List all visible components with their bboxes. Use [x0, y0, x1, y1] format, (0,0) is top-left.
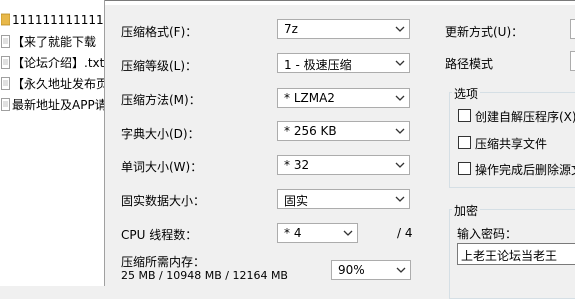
file-list-item[interactable]: 最新地址及APP请 [0, 95, 104, 115]
file-list-panel: 1111111111111 【来了就能下载 【论坛介绍】.txt 【永久地址发布… [0, 0, 104, 286]
solid-value: 固实 [284, 194, 309, 208]
sfx-checkbox-label: 创建自解压程序(X) [475, 110, 575, 124]
text-file-icon [1, 77, 10, 90]
level-value: 1 - 极速压缩 [284, 58, 352, 72]
path-mode-select[interactable] [570, 51, 575, 71]
method-value: * LZMA2 [284, 91, 335, 105]
memory-percent-value: 90% [338, 263, 365, 277]
file-name: 【论坛介绍】.txt [12, 56, 104, 70]
level-select[interactable]: 1 - 极速压缩 [277, 53, 410, 73]
file-name: 【来了就能下载 [12, 35, 97, 49]
update-mode-label: 更新方式(U)： [445, 25, 524, 39]
text-file-icon [1, 98, 10, 111]
threads-select[interactable]: * 4 [277, 223, 358, 243]
file-name: 1111111111111 [12, 13, 104, 27]
dict-label: 字典大小(D)： [121, 127, 200, 141]
folder-icon [1, 13, 10, 26]
file-name: 最新地址及APP请 [12, 98, 104, 112]
shared-checkbox[interactable] [458, 136, 471, 149]
file-list-item[interactable]: 【永久地址发布页 [0, 74, 104, 94]
file-name: 【永久地址发布页 [12, 77, 104, 91]
sfx-checkbox[interactable] [458, 109, 471, 122]
chevron-down-icon [395, 128, 405, 134]
text-file-icon [1, 56, 10, 69]
chevron-down-icon [395, 196, 405, 202]
panel-divider [104, 0, 105, 286]
word-label: 单词大小(W)： [121, 160, 203, 174]
file-list-item[interactable]: 【来了就能下载 [0, 32, 104, 52]
threads-label: CPU 线程数： [121, 228, 198, 242]
format-select[interactable]: 7z [277, 19, 410, 39]
password-label: 输入密码： [457, 227, 518, 241]
chevron-down-icon [395, 26, 405, 32]
word-select[interactable]: * 32 [277, 155, 410, 175]
memory-label: 压缩所需内存： [121, 255, 206, 269]
password-input[interactable]: 上老王论坛当老王 [457, 243, 575, 265]
chevron-down-icon [343, 230, 353, 236]
chevron-down-icon [395, 60, 405, 66]
dict-value: * 256 KB [284, 124, 337, 138]
format-label: 压缩格式(F)： [121, 25, 198, 39]
solid-select[interactable]: 固实 [277, 189, 410, 209]
method-label: 压缩方法(M)： [121, 93, 201, 107]
word-value: * 32 [284, 158, 310, 172]
chevron-down-icon [395, 95, 405, 101]
dict-select[interactable]: * 256 KB [277, 121, 410, 141]
path-mode-label: 路径模式 [445, 57, 494, 71]
delete-after-checkbox[interactable] [458, 162, 471, 175]
file-list-item[interactable]: 1111111111111 [0, 10, 104, 30]
options-group-title: 选项 [452, 85, 481, 102]
threads-value: * 4 [284, 226, 302, 240]
threads-total: / 4 [397, 226, 413, 240]
level-label: 压缩等级(L)： [121, 59, 198, 73]
text-file-icon [1, 35, 10, 48]
memory-values: 25 MB / 10948 MB / 12164 MB [121, 269, 288, 282]
chevron-down-icon [396, 267, 406, 273]
method-select[interactable]: * LZMA2 [277, 88, 410, 108]
update-mode-select[interactable] [570, 19, 575, 39]
archive-name-field [105, 1, 575, 5]
format-value: 7z [284, 22, 298, 36]
chevron-down-icon [395, 162, 405, 168]
file-list-item[interactable]: 【论坛介绍】.txt [0, 53, 104, 73]
password-value: 上老王论坛当老王 [461, 249, 558, 263]
memory-percent-select[interactable]: 90% [331, 260, 411, 280]
encryption-group-title: 加密 [452, 202, 481, 219]
delete-after-checkbox-label: 操作完成后删除源文 [475, 163, 575, 177]
solid-label: 固实数据大小： [121, 194, 206, 208]
shared-checkbox-label: 压缩共享文件 [475, 137, 548, 151]
